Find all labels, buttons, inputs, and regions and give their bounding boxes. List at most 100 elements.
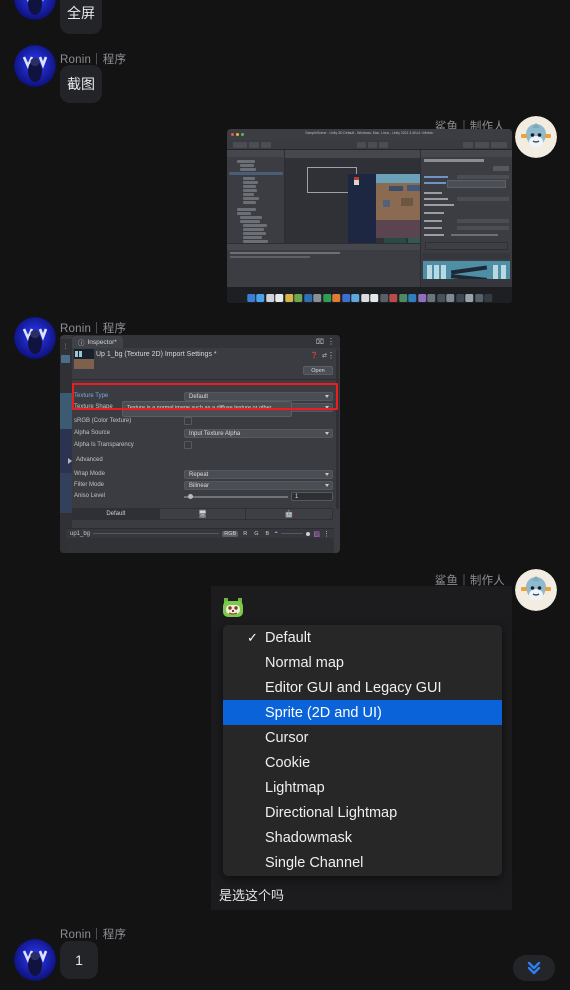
tab-default[interactable]: Default	[73, 509, 160, 519]
field-value[interactable]: Bilinear	[184, 481, 333, 490]
menu-item-normal-map[interactable]: Normal map	[223, 650, 502, 675]
texture-type-menu[interactable]: ✓ Default Normal map Editor GUI and Lega…	[223, 625, 502, 876]
dock-icons[interactable]	[246, 294, 493, 302]
unity-inspector-screenshot[interactable]: ⋮ ⓘ Inspector* ⌧ ⋮ Up 1_bg (Texture 2D) …	[60, 335, 340, 553]
menu-item-label: Cursor	[265, 729, 309, 746]
unity-scene-view[interactable]	[285, 150, 420, 243]
lock-icon[interactable]: ⌧	[316, 338, 324, 346]
field-wrap-mode[interactable]: Wrap Mode Repeat	[74, 470, 333, 479]
field-value[interactable]: Input Texture Alpha	[184, 429, 333, 438]
alpha-icon[interactable]: ◓	[274, 530, 278, 537]
field-value-text: Bilinear	[189, 482, 210, 489]
menu-item-label: Single Channel	[265, 854, 364, 871]
channel-b[interactable]: B	[263, 531, 271, 537]
checkbox[interactable]	[184, 441, 192, 449]
help-icon[interactable]: ❓	[311, 352, 318, 359]
chevron-down-icon	[325, 473, 329, 477]
asset-title: Up 1_bg (Texture 2D) Import Settings *	[96, 351, 217, 358]
menu-item-directional-lightmap[interactable]: Directional Lightmap	[223, 800, 502, 825]
macos-dock[interactable]	[227, 287, 512, 303]
kebab-menu-icon[interactable]: ⋮	[327, 337, 335, 346]
message-inspector: Ronin｜程序 ⋮ ⓘ Inspector* ⌧ ⋮ Up 1_bg (Tex…	[0, 0, 340, 553]
field-alpha-source[interactable]: Alpha Source Input Texture Alpha	[74, 429, 333, 438]
slider-track[interactable]	[184, 496, 288, 498]
field-label: Texture Type	[74, 393, 109, 399]
tab-label: Inspector*	[87, 338, 117, 346]
menu-item-single-channel[interactable]: Single Channel	[223, 850, 502, 875]
field-label: sRGB (Color Texture)	[74, 418, 132, 424]
field-value[interactable]: Default	[184, 392, 333, 401]
menu-item-cursor[interactable]: Cursor	[223, 725, 502, 750]
field-value[interactable]: Repeat	[184, 470, 333, 479]
kebab-menu-icon[interactable]: ⋮	[323, 530, 330, 538]
menu-item-shadowmask[interactable]: Shadowmask	[223, 825, 502, 850]
inspector-scrollbar[interactable]	[336, 349, 339, 509]
zoom-slider-thumb[interactable]	[306, 531, 311, 536]
platform-tabs[interactable]: Default 🖥 🤖	[72, 508, 333, 520]
message-caption: 是选这个吗	[219, 888, 285, 903]
field-label: Alpha Source	[74, 430, 111, 436]
ronin-avatar[interactable]	[14, 939, 56, 981]
unity-inspector-panel[interactable]	[420, 150, 512, 293]
menu-item-label: Cookie	[265, 754, 311, 771]
texture-type-dropdown-screenshot[interactable]: ✓ Default Normal map Editor GUI and Lega…	[211, 586, 512, 910]
texture-preview-bar[interactable]: up1_bg RGB R G B ◓ ▨ ⋮	[66, 528, 334, 538]
asset-thumbnail	[74, 349, 94, 369]
field-alpha-is-transparency[interactable]: Alpha Is Transparency	[74, 441, 333, 450]
scene-thumbnail-strip	[60, 393, 72, 429]
channel-rgb[interactable]: RGB	[222, 530, 239, 537]
field-aniso-level[interactable]: Aniso Level 1	[74, 492, 333, 501]
info-icon: ⓘ	[78, 340, 85, 347]
game-tile-dark-room	[348, 174, 376, 243]
menu-item-label: Sprite (2D and UI)	[265, 704, 382, 721]
menu-item-label: Default	[265, 629, 311, 646]
field-label: Texture Shape	[74, 404, 113, 410]
android-icon: 🤖	[284, 511, 294, 518]
unity-console-panel[interactable]	[227, 243, 420, 287]
aniso-level-input[interactable]: 1	[291, 492, 333, 501]
chevron-down-icon	[325, 406, 329, 410]
open-button[interactable]: Open	[303, 366, 333, 375]
check-icon: ✓	[247, 629, 258, 645]
panel-toggle-icon[interactable]	[61, 355, 70, 363]
scroll-to-bottom-button[interactable]	[513, 955, 555, 981]
preview-asset-name: up1_bg	[70, 530, 91, 537]
tab-standalone[interactable]: 🖥	[159, 509, 247, 519]
menu-item-default[interactable]: ✓ Default	[223, 625, 502, 650]
kebab-menu-icon[interactable]: ⋮	[327, 351, 335, 360]
message-bubble[interactable]: 1	[60, 941, 98, 979]
shark-avatar[interactable]	[515, 569, 557, 611]
checkbox[interactable]	[184, 417, 192, 425]
menu-item-sprite[interactable]: Sprite (2D and UI)	[223, 700, 502, 725]
menu-item-editor-gui[interactable]: Editor GUI and Legacy GUI	[223, 675, 502, 700]
slider-thumb[interactable]	[188, 494, 193, 499]
chevron-down-icon	[325, 432, 329, 436]
menu-item-lightmap[interactable]: Lightmap	[223, 775, 502, 800]
tab-android[interactable]: 🤖	[246, 509, 332, 519]
green-cat-sticker	[222, 597, 244, 619]
field-label: Alpha Is Transparency	[74, 442, 134, 448]
field-value-text: Input Texture Alpha	[189, 430, 241, 437]
menu-item-label: Directional Lightmap	[265, 804, 398, 821]
chevron-down-icon	[325, 484, 329, 488]
foldout-advanced[interactable]: Advanced	[68, 456, 333, 465]
field-label: Filter Mode	[74, 482, 105, 488]
field-filter-mode[interactable]: Filter Mode Bilinear	[74, 481, 333, 490]
ronin-avatar[interactable]	[14, 317, 56, 359]
channel-g[interactable]: G	[252, 531, 260, 537]
texture-preview-area	[66, 538, 334, 553]
message-sender: Ronin｜程序	[60, 929, 127, 941]
field-label: Aniso Level	[74, 493, 106, 499]
chevron-down-icon	[325, 395, 329, 399]
tab-inspector[interactable]: ⓘ Inspector*	[72, 336, 123, 348]
field-value-text: Default	[189, 393, 209, 400]
menu-item-cookie[interactable]: Cookie	[223, 750, 502, 775]
menu-item-label: Editor GUI and Legacy GUI	[265, 679, 442, 696]
kebab-menu-icon[interactable]: ⋮	[62, 343, 69, 350]
field-srgb[interactable]: sRGB (Color Texture)	[74, 417, 333, 426]
monitor-icon: 🖥	[198, 511, 207, 518]
channel-r[interactable]: R	[241, 531, 249, 537]
field-texture-type[interactable]: Texture Type Default	[74, 392, 333, 401]
checker-icon[interactable]: ▨	[313, 530, 320, 538]
shark-avatar[interactable]	[515, 116, 557, 158]
